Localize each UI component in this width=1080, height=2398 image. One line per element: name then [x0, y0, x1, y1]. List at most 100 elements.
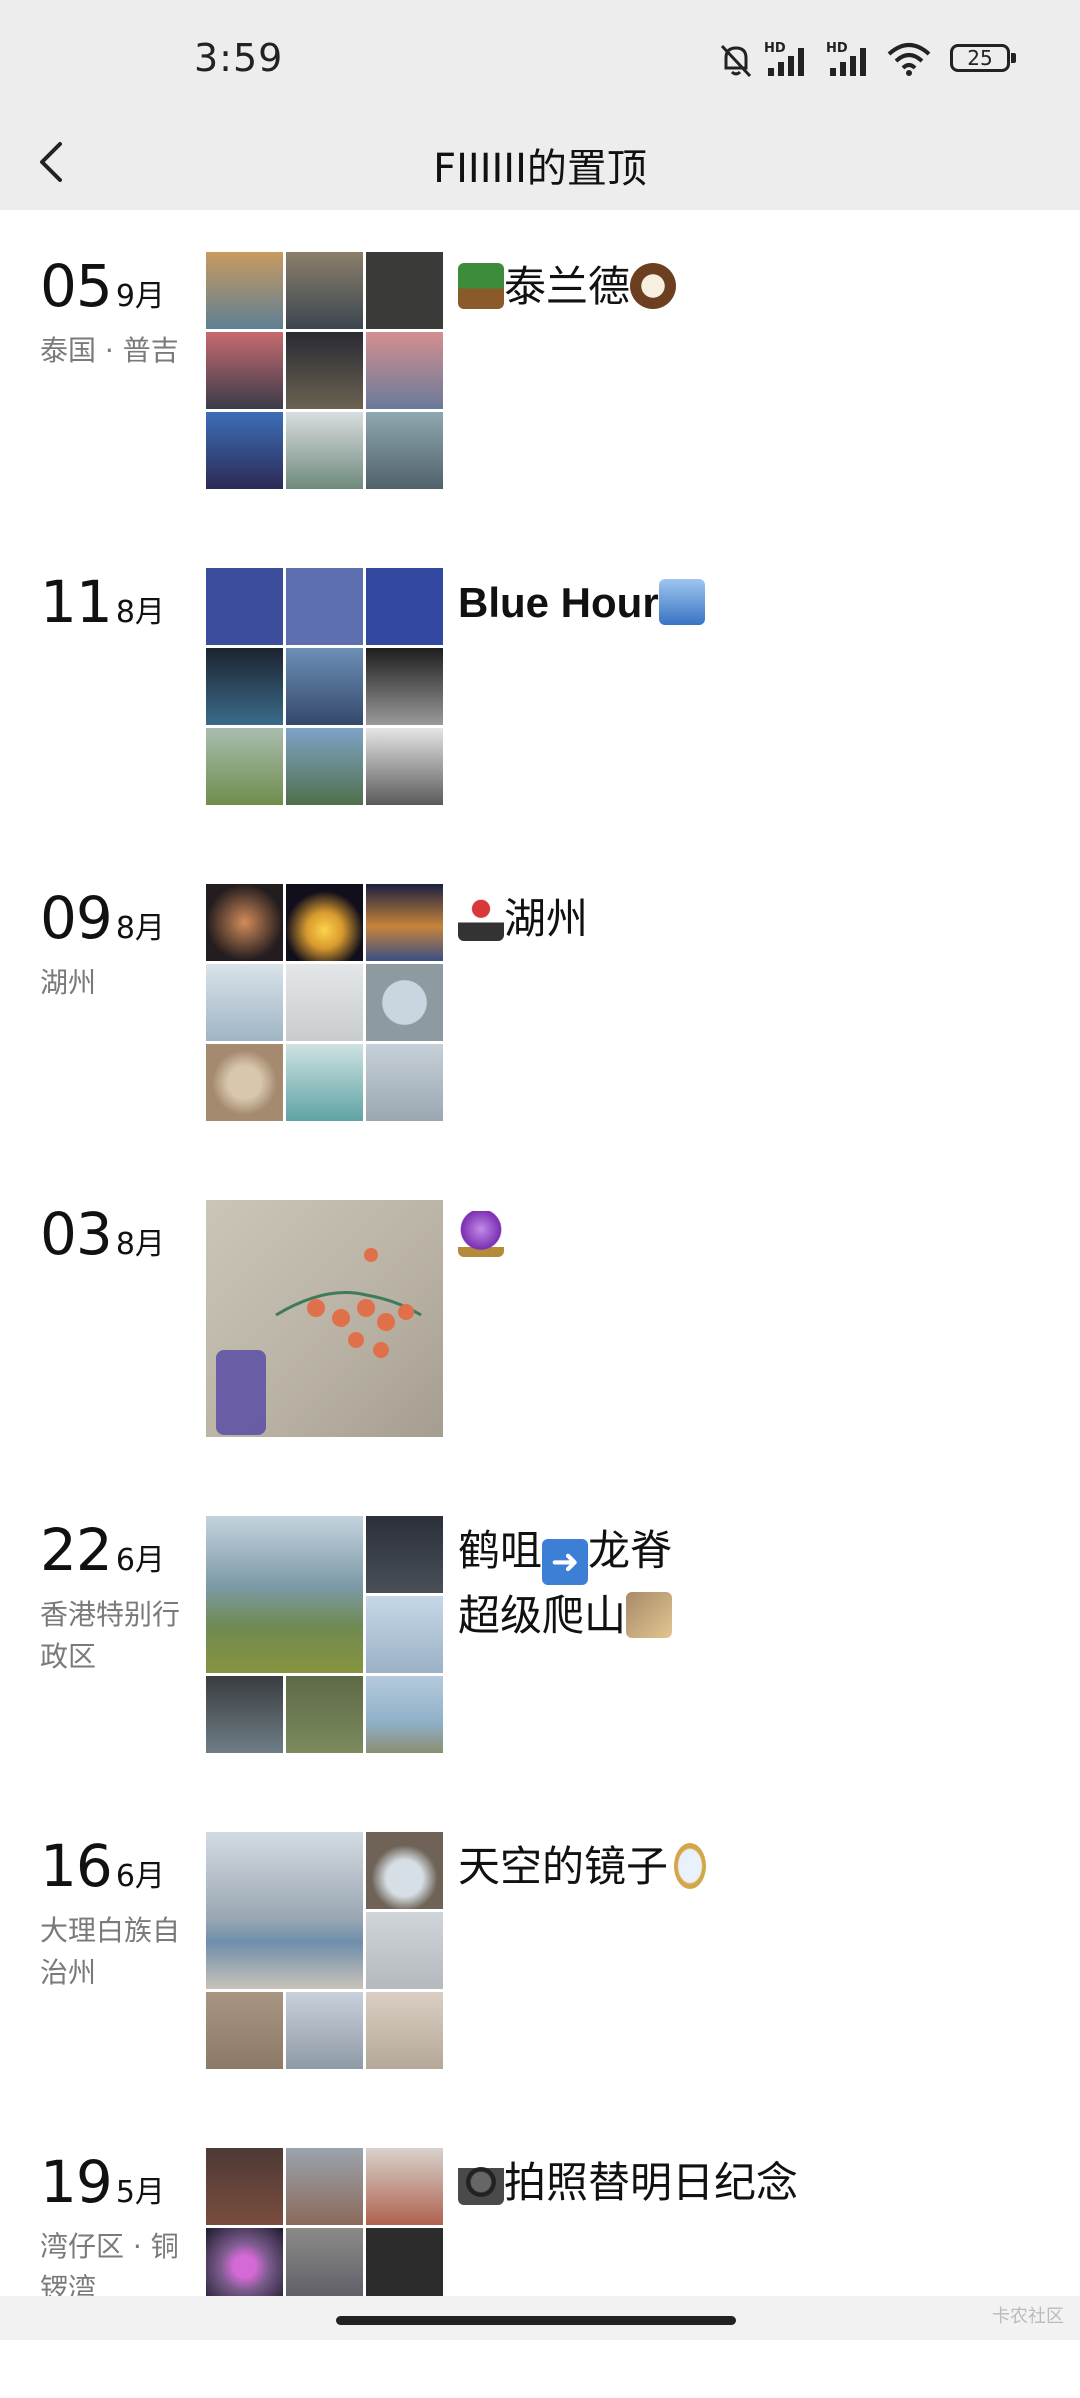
wifi-icon [887, 43, 931, 76]
svg-text:HD: HD [764, 41, 786, 56]
photo-thumb [206, 884, 283, 961]
photo-thumb [366, 332, 443, 409]
pinned-post[interactable]: 11 8月 Blue Hour [0, 568, 1080, 818]
photo-thumb [206, 1044, 283, 1121]
photo-thumb [366, 568, 443, 645]
post-month: 6月 [115, 1543, 165, 1578]
photo-thumb [206, 1832, 363, 1989]
photo-grid[interactable] [206, 568, 443, 805]
photo-thumb [286, 2228, 363, 2296]
pinned-post[interactable]: 22 6月 香港特别行政区 鹤咀 ➜ 龙脊 超级爬山 [0, 1516, 1080, 1766]
post-caption: 拍照替明日纪念 [458, 2152, 1018, 2214]
photo-thumb [206, 1676, 283, 1753]
photo-thumb [206, 728, 283, 805]
palm-tree-icon [458, 263, 504, 309]
photo-grid[interactable] [206, 1832, 443, 2069]
post-day: 19 [40, 2148, 113, 2216]
photo-thumb [286, 2148, 363, 2225]
photo-thumb [286, 964, 363, 1041]
coconut-icon [630, 263, 677, 309]
photo-thumb [366, 964, 443, 1041]
photo-thumb [286, 332, 363, 409]
post-date: 09 8月 [40, 884, 165, 952]
photo-thumb [366, 2228, 443, 2296]
hd-signal-icon: HD [826, 41, 866, 76]
post-caption [458, 1204, 1018, 1266]
pinned-post[interactable]: 03 8月 [0, 1200, 1080, 1450]
photo-single [206, 1200, 443, 1437]
photo-thumb [286, 568, 363, 645]
photo-thumb [206, 2148, 283, 2225]
photo-thumb [206, 648, 283, 725]
pinned-post[interactable]: 16 6月 大理白族自治州 天空的镜子 [0, 1832, 1080, 2082]
photo-thumb [206, 2228, 283, 2296]
navigation-bar: FIIIIII的置顶 [0, 120, 1080, 210]
joystick-icon [458, 895, 504, 941]
photo-thumb [366, 412, 443, 489]
photo-thumb [366, 1832, 443, 1909]
photo-thumb [366, 884, 443, 961]
pinned-post[interactable]: 05 9月 泰国 · 普吉 泰兰德 [0, 252, 1080, 502]
mute-bell-icon [720, 44, 752, 78]
photo-thumb [206, 412, 283, 489]
photo-thumb [366, 728, 443, 805]
post-month: 5月 [115, 2175, 165, 2210]
post-location: 大理白族自治州 [40, 1914, 181, 1989]
photo-thumb [286, 728, 363, 805]
post-month: 8月 [115, 911, 165, 946]
photo-grid[interactable] [206, 1516, 443, 1753]
camera-icon [458, 2159, 504, 2205]
post-month: 6月 [115, 1859, 165, 1894]
photo-thumb [286, 252, 363, 329]
post-day: 05 [40, 252, 113, 320]
post-day: 16 [40, 1832, 113, 1900]
photo-thumb [206, 1516, 363, 1673]
photo-thumb [286, 648, 363, 725]
status-time: 3:59 [194, 36, 284, 80]
tomato-branch-illustration [216, 1248, 422, 1435]
post-caption: 鹤咀 ➜ 龙脊 超级爬山 [458, 1526, 673, 1640]
crystal-ball-icon [458, 1211, 504, 1257]
post-date: 19 5月 [40, 2148, 165, 2216]
climber-icon [626, 1592, 673, 1638]
post-day: 22 [40, 1516, 113, 1584]
photo-thumb [286, 412, 363, 489]
post-date: 11 8月 [40, 568, 165, 636]
photo-thumb [206, 252, 283, 329]
post-caption: 天空的镜子 [458, 1836, 1018, 1898]
page-title: FIIIIII的置顶 [433, 146, 647, 192]
photo-grid[interactable] [206, 252, 443, 489]
post-location: 泰国 · 普吉 [40, 334, 179, 367]
photo-grid[interactable] [206, 884, 443, 1121]
home-indicator[interactable] [336, 2316, 736, 2325]
pinned-post[interactable]: 09 8月 湖州 湖州 [0, 884, 1080, 1134]
status-bar: 3:59 HD HD 25 [0, 0, 1080, 120]
photo-thumb [366, 1912, 443, 1989]
post-day: 09 [40, 884, 113, 952]
photo-thumb [206, 568, 283, 645]
pinned-post[interactable]: 19 5月 湾仔区 · 铜锣湾 拍照替明日纪念 [0, 2148, 1080, 2398]
post-date: 22 6月 [40, 1516, 165, 1584]
photo-thumb [286, 1992, 363, 2069]
right-arrow-icon: ➜ [542, 1539, 589, 1585]
photo-thumb [366, 648, 443, 725]
post-month: 9月 [115, 279, 165, 314]
photo-grid[interactable] [206, 1200, 443, 1437]
post-day: 11 [40, 568, 113, 636]
photo-thumb [366, 252, 443, 329]
hd-signal-icon: HD [764, 41, 804, 76]
post-location: 湖州 [40, 966, 97, 999]
photo-thumb [366, 1596, 443, 1673]
photo-thumb [366, 1676, 443, 1753]
mirror-icon [674, 1843, 707, 1889]
post-caption: Blue Hour [458, 572, 1018, 634]
photo-grid[interactable] [206, 2148, 443, 2296]
post-month: 8月 [115, 595, 165, 630]
post-caption: 湖州 [458, 888, 1018, 950]
post-caption: 泰兰德 [458, 256, 1018, 318]
svg-text:HD: HD [826, 41, 848, 56]
post-date: 05 9月 [40, 252, 165, 320]
photo-thumb [206, 332, 283, 409]
post-date: 03 8月 [40, 1200, 165, 1268]
system-navigation-bar [0, 2296, 1080, 2340]
